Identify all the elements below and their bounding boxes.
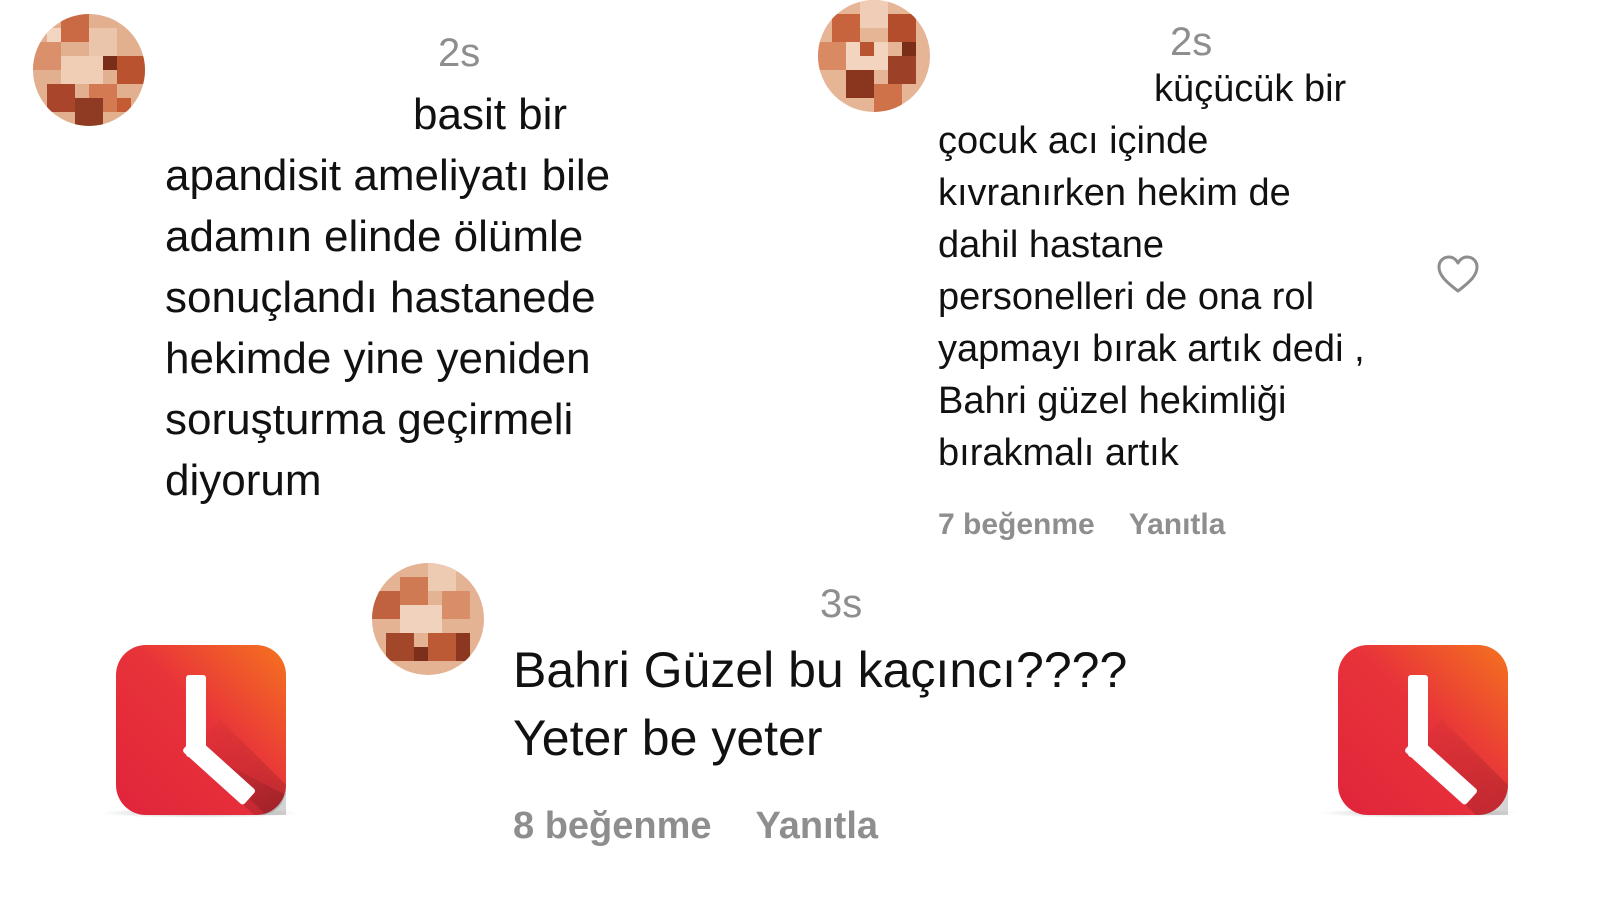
- clock-logo-graphic: [116, 645, 286, 815]
- comments-screenshot-collage: 2s basit bir apandisit ameliyatı bile ad…: [0, 0, 1600, 900]
- reply-button[interactable]: Yanıtla: [1129, 508, 1226, 542]
- comment-text: Bahri Güzel bu kaçıncı???? Yeter be yete…: [513, 642, 1128, 766]
- pixelated-avatar-image: [818, 0, 930, 112]
- clock-icon: [116, 645, 286, 815]
- heart-outline-icon[interactable]: [1436, 254, 1480, 294]
- comment-actions: 8 beğenme Yanıtla: [513, 805, 878, 848]
- comment-timestamp: 2s: [1170, 20, 1213, 64]
- user-avatar-blurred[interactable]: [33, 14, 145, 126]
- pixelated-avatar-image: [33, 14, 145, 126]
- like-count-link[interactable]: 7 beğenme: [938, 508, 1095, 542]
- comment-text: küçücük bir çocuk acı içinde kıvranırken…: [938, 68, 1365, 474]
- comment-text: basit bir apandisit ameliyatı bile adamı…: [165, 90, 611, 505]
- comment-timestamp: 3s: [820, 582, 863, 626]
- clock-logo-graphic: [1338, 645, 1508, 815]
- user-avatar-blurred[interactable]: [818, 0, 930, 112]
- reply-button[interactable]: Yanıtla: [756, 805, 879, 848]
- clock-icon: [1338, 645, 1508, 815]
- user-avatar-blurred[interactable]: [372, 563, 484, 675]
- comment-actions: 7 beğenme Yanıtla: [938, 508, 1225, 542]
- like-count-link[interactable]: 8 beğenme: [513, 805, 712, 848]
- pixelated-avatar-image: [372, 563, 484, 675]
- comment-timestamp: 2s: [438, 31, 481, 75]
- heart-icon-shape: [1437, 255, 1479, 293]
